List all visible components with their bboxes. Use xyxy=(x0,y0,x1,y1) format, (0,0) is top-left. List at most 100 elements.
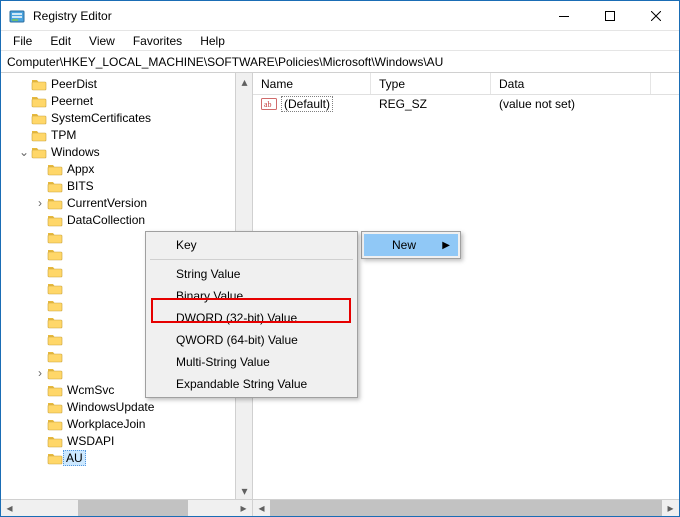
scroll-right-icon[interactable]: ▸ xyxy=(662,500,679,517)
value-name: (Default) xyxy=(281,96,333,112)
folder-icon xyxy=(31,145,47,159)
twisty-placeholder: · xyxy=(17,94,31,108)
minimize-button[interactable] xyxy=(541,1,587,31)
tree-item-label: WindowsUpdate xyxy=(66,400,155,414)
tree-item[interactable]: ·BITS xyxy=(1,177,235,194)
scroll-up-icon[interactable]: ▴ xyxy=(236,73,252,90)
maximize-button[interactable] xyxy=(587,1,633,31)
address-bar[interactable]: Computer\HKEY_LOCAL_MACHINE\SOFTWARE\Pol… xyxy=(1,51,679,73)
tree-hscrollbar[interactable]: ◂ ▸ xyxy=(1,499,252,516)
scroll-left-icon[interactable]: ◂ xyxy=(253,500,270,517)
folder-icon xyxy=(31,128,47,142)
context-menu-new: Key String Value Binary Value DWORD (32-bit… xyxy=(145,231,358,398)
twisty-placeholder: · xyxy=(33,315,47,329)
folder-icon xyxy=(47,451,63,465)
tree-item[interactable]: ·PeerDist xyxy=(1,75,235,92)
context-item-label: Expandable String Value xyxy=(176,377,307,391)
menu-separator xyxy=(150,259,353,260)
context-item-label: DWORD (32-bit) Value xyxy=(176,311,297,325)
twisty-placeholder: · xyxy=(33,298,47,312)
folder-icon xyxy=(31,94,47,108)
twisty-placeholder: · xyxy=(33,179,47,193)
folder-icon xyxy=(47,349,63,363)
tree-item-label: SystemCertificates xyxy=(50,111,152,125)
col-name[interactable]: Name xyxy=(253,73,371,94)
twisty-placeholder: · xyxy=(33,349,47,363)
menu-help[interactable]: Help xyxy=(192,32,233,50)
tree-item-label: AU xyxy=(63,450,86,466)
tree-item[interactable]: ·WSDAPI xyxy=(1,432,235,449)
context-item-label: String Value xyxy=(176,267,240,281)
value-type: REG_SZ xyxy=(371,97,491,111)
twisty-placeholder: · xyxy=(33,213,47,227)
folder-icon xyxy=(47,298,63,312)
menu-edit[interactable]: Edit xyxy=(42,32,79,50)
context-item-dword-32-bit-value[interactable]: DWORD (32-bit) Value xyxy=(148,307,355,329)
folder-icon xyxy=(47,315,63,329)
folder-icon xyxy=(31,77,47,91)
folder-icon xyxy=(47,213,63,227)
scroll-right-icon[interactable]: ▸ xyxy=(235,500,252,517)
context-item-label: Binary Value xyxy=(176,289,243,303)
tree-item[interactable]: ·TPM xyxy=(1,126,235,143)
folder-icon xyxy=(47,383,63,397)
twisty-placeholder: · xyxy=(33,162,47,176)
folder-icon xyxy=(47,281,63,295)
tree-item[interactable]: · Peernet xyxy=(1,92,235,109)
folder-icon xyxy=(31,111,47,125)
context-menu-primary: New ▶ xyxy=(361,231,461,259)
folder-icon xyxy=(47,332,63,346)
chevron-right-icon[interactable]: › xyxy=(33,196,47,210)
context-item-binary-value[interactable]: Binary Value xyxy=(148,285,355,307)
main-area: ·PeerDist·Peernet·SystemCertificates·TPM… xyxy=(1,73,679,516)
tree-item[interactable]: ⌄Windows xyxy=(1,143,235,160)
col-type[interactable]: Type xyxy=(371,73,491,94)
menu-file[interactable]: File xyxy=(5,32,40,50)
context-item-qword-64-bit-value[interactable]: QWORD (64-bit) Value xyxy=(148,329,355,351)
tree-item[interactable]: · WindowsUpdate xyxy=(1,398,235,415)
tree-item-label: WcmSvc xyxy=(66,383,115,397)
twisty-placeholder: · xyxy=(33,400,47,414)
tree-item[interactable]: ·AU xyxy=(1,449,235,466)
twisty-placeholder: · xyxy=(17,128,31,142)
tree-item-label: CurrentVersion xyxy=(66,196,148,210)
context-item-multi-string-value[interactable]: Multi-String Value xyxy=(148,351,355,373)
tree-item-label: WorkplaceJoin xyxy=(66,417,146,431)
titlebar: Registry Editor xyxy=(1,1,679,31)
menubar: File Edit View Favorites Help xyxy=(1,31,679,51)
tree-item[interactable]: › CurrentVersion xyxy=(1,194,235,211)
scroll-left-icon[interactable]: ◂ xyxy=(1,500,18,517)
tree-item-label: Peernet xyxy=(50,94,94,108)
twisty-placeholder: · xyxy=(17,77,31,91)
tree-item[interactable]: · Appx xyxy=(1,160,235,177)
context-item-key[interactable]: Key xyxy=(148,234,355,256)
twisty-placeholder: · xyxy=(33,383,47,397)
folder-icon xyxy=(47,434,63,448)
address-text: Computer\HKEY_LOCAL_MACHINE\SOFTWARE\Pol… xyxy=(7,55,443,69)
twisty-placeholder: · xyxy=(33,264,47,278)
folder-icon xyxy=(47,264,63,278)
tree-item-label: Appx xyxy=(66,162,95,176)
context-item-label: Key xyxy=(176,238,197,252)
context-item-string-value[interactable]: String Value xyxy=(148,263,355,285)
list-header: Name Type Data xyxy=(253,73,679,95)
menu-favorites[interactable]: Favorites xyxy=(125,32,190,50)
list-hscrollbar[interactable]: ◂ ▸ xyxy=(253,499,679,516)
menu-view[interactable]: View xyxy=(81,32,123,50)
context-item-label: QWORD (64-bit) Value xyxy=(176,333,298,347)
tree-item[interactable]: ·DataCollection xyxy=(1,211,235,228)
value-row[interactable]: (Default)REG_SZ(value not set) xyxy=(253,95,679,113)
tree-item[interactable]: ·SystemCertificates xyxy=(1,109,235,126)
scroll-down-icon[interactable]: ▾ xyxy=(236,482,252,499)
context-item-new[interactable]: New ▶ xyxy=(364,234,458,256)
tree-item[interactable]: ·WorkplaceJoin xyxy=(1,415,235,432)
folder-icon xyxy=(47,196,63,210)
string-value-icon xyxy=(261,96,277,112)
context-item-label: Multi-String Value xyxy=(176,355,270,369)
folder-icon xyxy=(47,366,63,380)
col-data[interactable]: Data xyxy=(491,73,651,94)
close-button[interactable] xyxy=(633,1,679,31)
chevron-down-icon[interactable]: ⌄ xyxy=(17,145,31,159)
chevron-right-icon[interactable]: › xyxy=(33,366,47,380)
context-item-expandable-string-value[interactable]: Expandable String Value xyxy=(148,373,355,395)
